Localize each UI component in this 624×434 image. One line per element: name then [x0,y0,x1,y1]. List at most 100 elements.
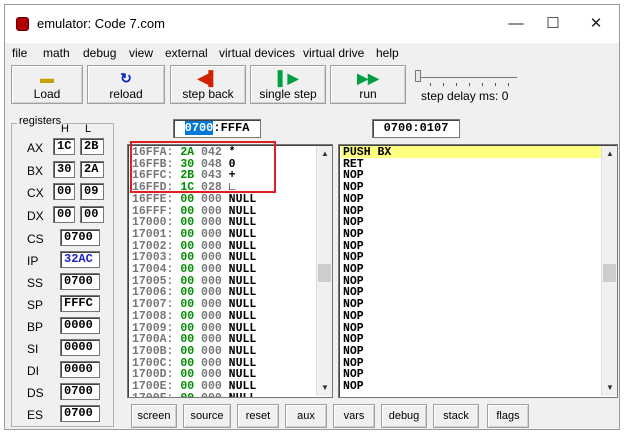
register-name: CX [27,186,44,200]
run-icon: ▶▶ [357,70,379,86]
scroll-down-icon[interactable]: ▼ [602,380,617,396]
es-field[interactable]: 0700 [60,405,100,422]
disassembly-row[interactable]: NOP [343,229,364,241]
disassembly-scrollbar[interactable]: ▲ ▼ [601,146,617,396]
slider-tick [495,83,496,86]
ch-field[interactable]: 00 [53,183,75,200]
disassembly-row[interactable]: NOP [343,194,364,206]
window-title: emulator: Code 7.com [37,16,165,31]
load-label: Load [33,87,61,101]
disassembly-row[interactable]: NOP [343,264,364,276]
app-icon [16,17,29,31]
disassembly-row[interactable]: NOP [343,381,364,393]
single-step-button[interactable]: ▌▶ single step [250,65,326,104]
bl-field[interactable]: 2A [80,161,104,178]
slider-tick [482,83,483,86]
dl-field[interactable]: 00 [80,206,104,223]
folder-open-icon: ▬ [40,70,54,86]
slider-tick [456,83,457,86]
register-name: ES [27,408,44,422]
sp-field[interactable]: FFFC [60,295,100,312]
flags-button[interactable]: flags [487,404,529,428]
memory-address-input[interactable]: 0700:FFFA [173,119,261,138]
memory-scrollbar[interactable]: ▲ ▼ [316,146,332,396]
reload-label: reload [109,87,143,101]
disassembly-row[interactable]: ... [343,392,364,397]
bh-field[interactable]: 30 [53,161,75,178]
disassembly-list[interactable]: PUSH BX RET NOP NOP NOP NOP NOP NOP NOP NOP NOP NOP… [338,144,618,398]
single-step-label: single step [259,87,317,101]
ss-field[interactable]: 0700 [60,273,100,290]
registers-legend: registers [17,115,64,127]
register-name: DI [27,364,39,378]
title-bar: emulator: Code 7.com — ☐ ✕ [5,5,619,43]
menu-bar: file math debug view external virtual de… [5,43,619,63]
step-back-button[interactable]: ◀▌ step back [170,65,246,104]
stack-button[interactable]: stack [433,404,479,428]
cl-field[interactable]: 09 [80,183,104,200]
register-name: SS [27,276,44,290]
ah-field[interactable]: 1C [53,138,75,155]
menu-virtual-drive[interactable]: virtual drive [303,46,364,60]
si-field[interactable]: 0000 [60,339,100,356]
slider-tick [430,83,431,86]
scroll-up-icon[interactable]: ▲ [317,146,332,162]
menu-math[interactable]: math [43,46,70,60]
register-name: BX [27,164,44,178]
scroll-up-icon[interactable]: ▲ [602,146,617,162]
slider-tick [443,83,444,86]
screen-button[interactable]: screen [131,404,177,428]
menu-help[interactable]: help [376,46,399,60]
step-back-label: step back [182,87,234,101]
disassembly-row[interactable]: NOP [343,311,364,323]
register-name: SI [27,342,39,356]
disassembly-address-input[interactable]: 0700:0107 [372,119,460,138]
step-delay-track[interactable] [419,77,517,79]
register-low-header: L [85,123,92,135]
register-name: AX [27,141,44,155]
menu-view[interactable]: view [129,46,153,60]
slider-tick [508,83,509,86]
close-button[interactable]: ✕ [585,13,607,35]
debug-button[interactable]: debug [381,404,427,428]
bp-field[interactable]: 0000 [60,317,100,334]
menu-external[interactable]: external [165,46,208,60]
run-button[interactable]: ▶▶ run [330,65,406,104]
reload-button[interactable]: ↻ reload [87,65,165,104]
memory-segment-selection: 0700 [184,121,214,135]
ds-field[interactable]: 0700 [60,383,100,400]
scroll-down-icon[interactable]: ▼ [317,380,332,396]
menu-virtual-devices[interactable]: virtual devices [219,46,295,60]
load-button[interactable]: ▬ Load [11,65,83,104]
disassembly-scroll-thumb[interactable] [603,264,616,282]
slider-tick [469,83,470,86]
annotation-highlight-box [130,141,276,193]
source-button[interactable]: source [183,404,231,428]
memory-scroll-thumb[interactable] [318,264,331,282]
memory-char-value: NULL [229,392,257,397]
step-delay-thumb[interactable] [415,70,421,82]
register-name: DS [27,386,44,400]
step-delay-control: step delay ms: 0 [415,67,611,103]
di-field[interactable]: 0000 [60,361,100,378]
disassembly-row[interactable]: NOP [343,346,364,358]
ip-field[interactable]: 32AC [60,251,100,268]
menu-debug[interactable]: debug [83,46,116,60]
run-label: run [359,87,377,101]
emulator-window: emulator: Code 7.com — ☐ ✕ file math deb… [4,4,620,430]
memory-row[interactable]: 1700F: 00 000 NULL [132,392,257,397]
step-delay-label: step delay ms: 0 [421,89,509,103]
aux-button[interactable]: aux [285,404,327,428]
menu-file[interactable]: file [12,46,27,60]
minimize-button[interactable]: — [505,13,527,35]
dh-field[interactable]: 00 [53,206,75,223]
maximize-button[interactable]: ☐ [542,13,564,35]
disassembly-row[interactable]: PUSH BX [343,147,391,159]
cs-field[interactable]: 0700 [60,229,100,246]
vars-button[interactable]: vars [333,404,375,428]
reset-button[interactable]: reset [237,404,279,428]
step-back-icon: ◀▌ [197,70,219,86]
register-name: IP [27,254,39,268]
register-name: SP [27,298,44,312]
al-field[interactable]: 2B [80,138,104,155]
